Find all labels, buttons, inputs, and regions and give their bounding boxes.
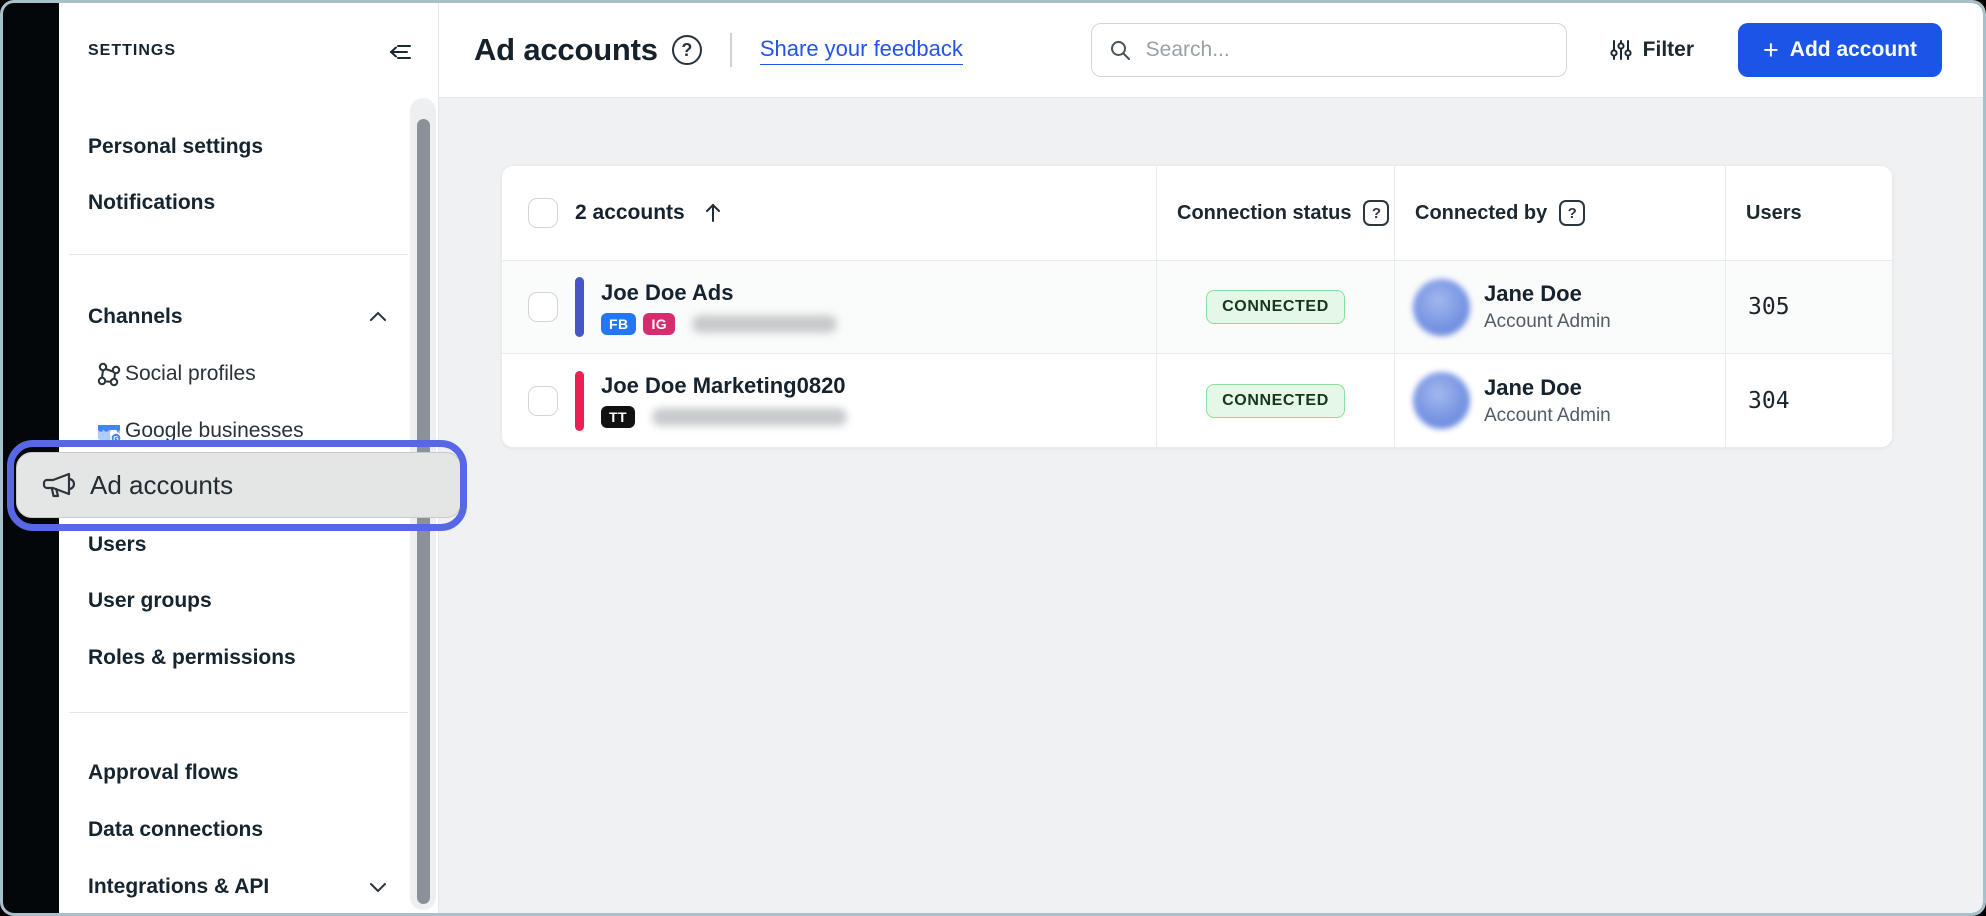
sidebar-item-label: Ad accounts — [90, 470, 233, 501]
sidebar-divider — [69, 254, 408, 255]
facebook-badge: FB — [601, 313, 636, 335]
page-title: Ad accounts — [474, 32, 658, 68]
sidebar-item-label: Google businesses — [125, 419, 304, 443]
sidebar-item-ad-accounts[interactable]: Ad accounts — [16, 452, 462, 518]
plus-icon: + — [1763, 37, 1779, 64]
sidebar-item-social-profiles[interactable]: Social profiles — [59, 356, 404, 392]
sidebar-item-roles-permissions[interactable]: Roles & permissions — [59, 640, 404, 676]
sidebar-item-label: Data connections — [88, 818, 263, 842]
sidebar-item-label: Notifications — [88, 191, 215, 215]
table-row-account-name[interactable]: Joe Doe Marketing0820 TT — [502, 353, 1156, 447]
google-business-icon: G — [95, 417, 123, 445]
sidebar-item-label: Social profiles — [125, 362, 256, 386]
chevron-up-icon — [366, 305, 390, 329]
table-row-users-count: 304 — [1725, 353, 1892, 447]
table-row-users-count: 305 — [1725, 260, 1892, 353]
sidebar-title: SETTINGS — [88, 33, 176, 69]
search-icon — [1108, 38, 1132, 62]
svg-text:G: G — [113, 436, 119, 443]
sidebar-item-label: User groups — [88, 589, 212, 613]
accounts-count-label: 2 accounts — [575, 201, 685, 225]
sidebar-item-label: Personal settings — [88, 135, 263, 159]
connected-by-role: Account Admin — [1484, 405, 1611, 427]
redacted-account-id — [652, 408, 847, 426]
status-badge: CONNECTED — [1206, 384, 1345, 418]
table-row-status: CONNECTED — [1156, 353, 1394, 447]
account-color-bar — [575, 277, 584, 337]
sidebar-item-approval-flows[interactable]: Approval flows — [59, 755, 404, 791]
connected-by-name: Jane Doe — [1484, 281, 1611, 307]
account-color-bar — [575, 371, 584, 431]
connected-by-role: Account Admin — [1484, 311, 1611, 333]
search-box[interactable] — [1091, 23, 1567, 77]
row-checkbox[interactable] — [528, 292, 558, 322]
sidebar-item-label: Integrations & API — [88, 875, 269, 899]
add-account-label: Add account — [1790, 38, 1917, 62]
sort-ascending-icon[interactable] — [702, 201, 724, 225]
ad-accounts-table: 2 accounts Connection status ? Connected… — [501, 165, 1893, 448]
sidebar-item-users[interactable]: Users — [59, 527, 404, 563]
sidebar-item-user-groups[interactable]: User groups — [59, 583, 404, 619]
screenshot-frame: SETTINGS Personal settings Notifications… — [0, 0, 1986, 916]
table-row-account-name[interactable]: Joe Doe Ads FB IG — [502, 260, 1156, 353]
header-divider — [730, 33, 732, 67]
row-checkbox[interactable] — [528, 386, 558, 416]
tiktok-badge: TT — [601, 406, 635, 428]
help-icon[interactable]: ? — [672, 35, 702, 65]
filter-button[interactable]: Filter — [1609, 38, 1694, 62]
table-header-connected-by: Connected by ? — [1394, 166, 1725, 260]
help-icon[interactable]: ? — [1363, 200, 1389, 226]
avatar — [1413, 372, 1470, 429]
sidebar-item-personal-settings[interactable]: Personal settings — [59, 129, 404, 165]
collapse-sidebar-icon[interactable] — [387, 39, 413, 65]
add-account-button[interactable]: + Add account — [1738, 23, 1942, 77]
sidebar-divider — [69, 712, 408, 713]
avatar — [1413, 279, 1470, 336]
sidebar-item-label: Roles & permissions — [88, 646, 296, 670]
table-row-connected-by: Jane Doe Account Admin — [1394, 260, 1725, 353]
sidebar-item-notifications[interactable]: Notifications — [59, 185, 404, 221]
sidebar-item-integrations-api[interactable]: Integrations & API — [59, 869, 404, 905]
filter-sliders-icon — [1609, 38, 1633, 62]
content-area: 2 accounts Connection status ? Connected… — [439, 98, 1983, 913]
sidebar-item-data-connections[interactable]: Data connections — [59, 812, 404, 848]
megaphone-icon — [41, 470, 75, 500]
filter-label: Filter — [1643, 38, 1694, 62]
table-row-status: CONNECTED — [1156, 260, 1394, 353]
table-header-users: Users — [1725, 166, 1892, 260]
page-header: Ad accounts ? Share your feedback — [439, 3, 1983, 98]
chevron-down-icon — [366, 875, 390, 899]
share-feedback-link[interactable]: Share your feedback — [760, 36, 963, 65]
account-name: Joe Doe Ads — [601, 280, 837, 306]
connected-by-name: Jane Doe — [1484, 375, 1611, 401]
sidebar-item-label: Approval flows — [88, 761, 239, 785]
status-badge: CONNECTED — [1206, 290, 1345, 324]
main-area: Ad accounts ? Share your feedback — [439, 3, 1983, 913]
redacted-account-id — [692, 315, 837, 333]
table-header-connection-status: Connection status ? — [1156, 166, 1394, 260]
select-all-checkbox[interactable] — [528, 198, 558, 228]
sidebar-item-label: Channels — [88, 305, 183, 329]
help-icon[interactable]: ? — [1559, 200, 1585, 226]
sidebar-item-google-businesses[interactable]: G Google businesses — [59, 413, 404, 449]
sidebar-item-channels[interactable]: Channels — [59, 299, 404, 335]
instagram-badge: IG — [643, 313, 675, 335]
account-name: Joe Doe Marketing0820 — [601, 373, 847, 399]
social-network-icon — [95, 360, 123, 388]
sidebar-item-label: Users — [88, 533, 146, 557]
table-row-connected-by: Jane Doe Account Admin — [1394, 353, 1725, 447]
search-input[interactable] — [1144, 37, 1550, 63]
table-header-accounts: 2 accounts — [502, 166, 1156, 260]
